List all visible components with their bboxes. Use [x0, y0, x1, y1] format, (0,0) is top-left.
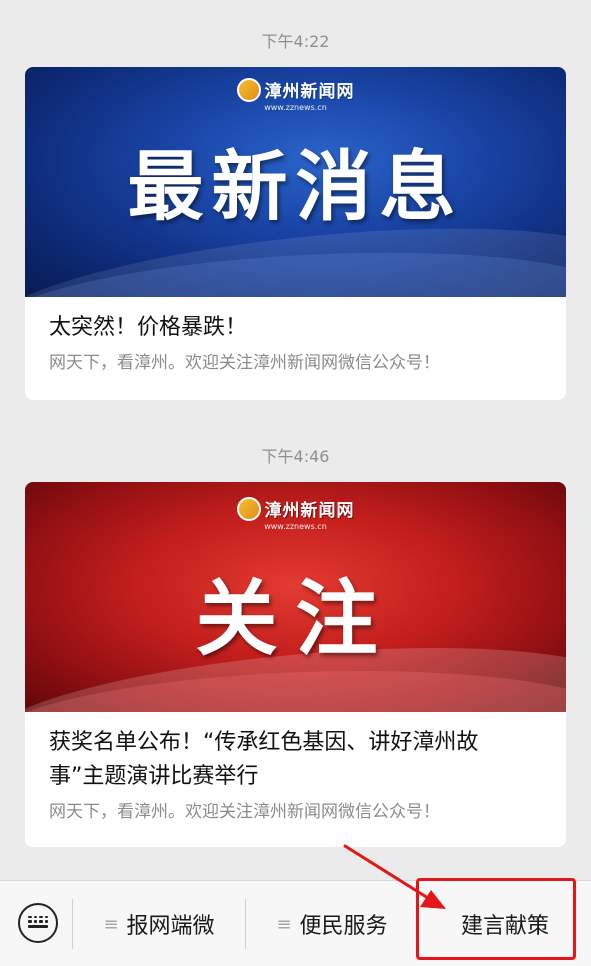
zznews-logo: 漳州新闻网 — [236, 496, 355, 521]
article-banner[interactable]: 漳州新闻网 www.zznews.cn 最新消息 — [25, 67, 566, 297]
logo-url: www.zznews.cn — [264, 103, 327, 112]
timestamp: 下午4:46 — [261, 447, 330, 466]
article-banner[interactable]: 漳州新闻网 www.zznews.cn 关注 — [25, 482, 566, 712]
logo-url: www.zznews.cn — [264, 522, 327, 531]
menu-item-bao-wang-duan-wei[interactable]: ≡ 报网端微 — [73, 881, 245, 966]
article-description: 网天下，看漳州。欢迎关注漳州新闻网微信公众号！ — [49, 353, 440, 373]
article-title[interactable]: 获奖名单公布！“传承红色基因、讲好漳州故 事”主题演讲比赛举行 — [25, 726, 566, 794]
banner-title: 关注 — [195, 572, 396, 667]
annotation-highlight-box — [416, 878, 576, 960]
timestamp: 下午4:22 — [261, 32, 330, 51]
article-title[interactable]: 太突然！价格暴跌！ — [25, 311, 566, 345]
zznews-logo-icon — [236, 496, 261, 521]
banner-title: 最新消息 — [127, 142, 464, 231]
zznews-logo-icon — [236, 77, 261, 102]
article-description: 网天下，看漳州。欢迎关注漳州新闻网微信公众号！ — [49, 802, 440, 822]
article-card[interactable]: 漳州新闻网 www.zznews.cn 关注 获奖名单公布！“传承红色基因、讲好… — [25, 482, 566, 847]
keyboard-icon[interactable] — [18, 903, 58, 943]
menu-lines-icon: ≡ — [276, 913, 292, 935]
zznews-logo: 漳州新闻网 — [236, 77, 355, 102]
article-card[interactable]: 漳州新闻网 www.zznews.cn 最新消息 太突然！价格暴跌！ 网天下，看… — [25, 67, 566, 400]
menu-item-bian-min-fu-wu[interactable]: ≡ 便民服务 — [246, 881, 418, 966]
menu-lines-icon: ≡ — [103, 913, 119, 935]
